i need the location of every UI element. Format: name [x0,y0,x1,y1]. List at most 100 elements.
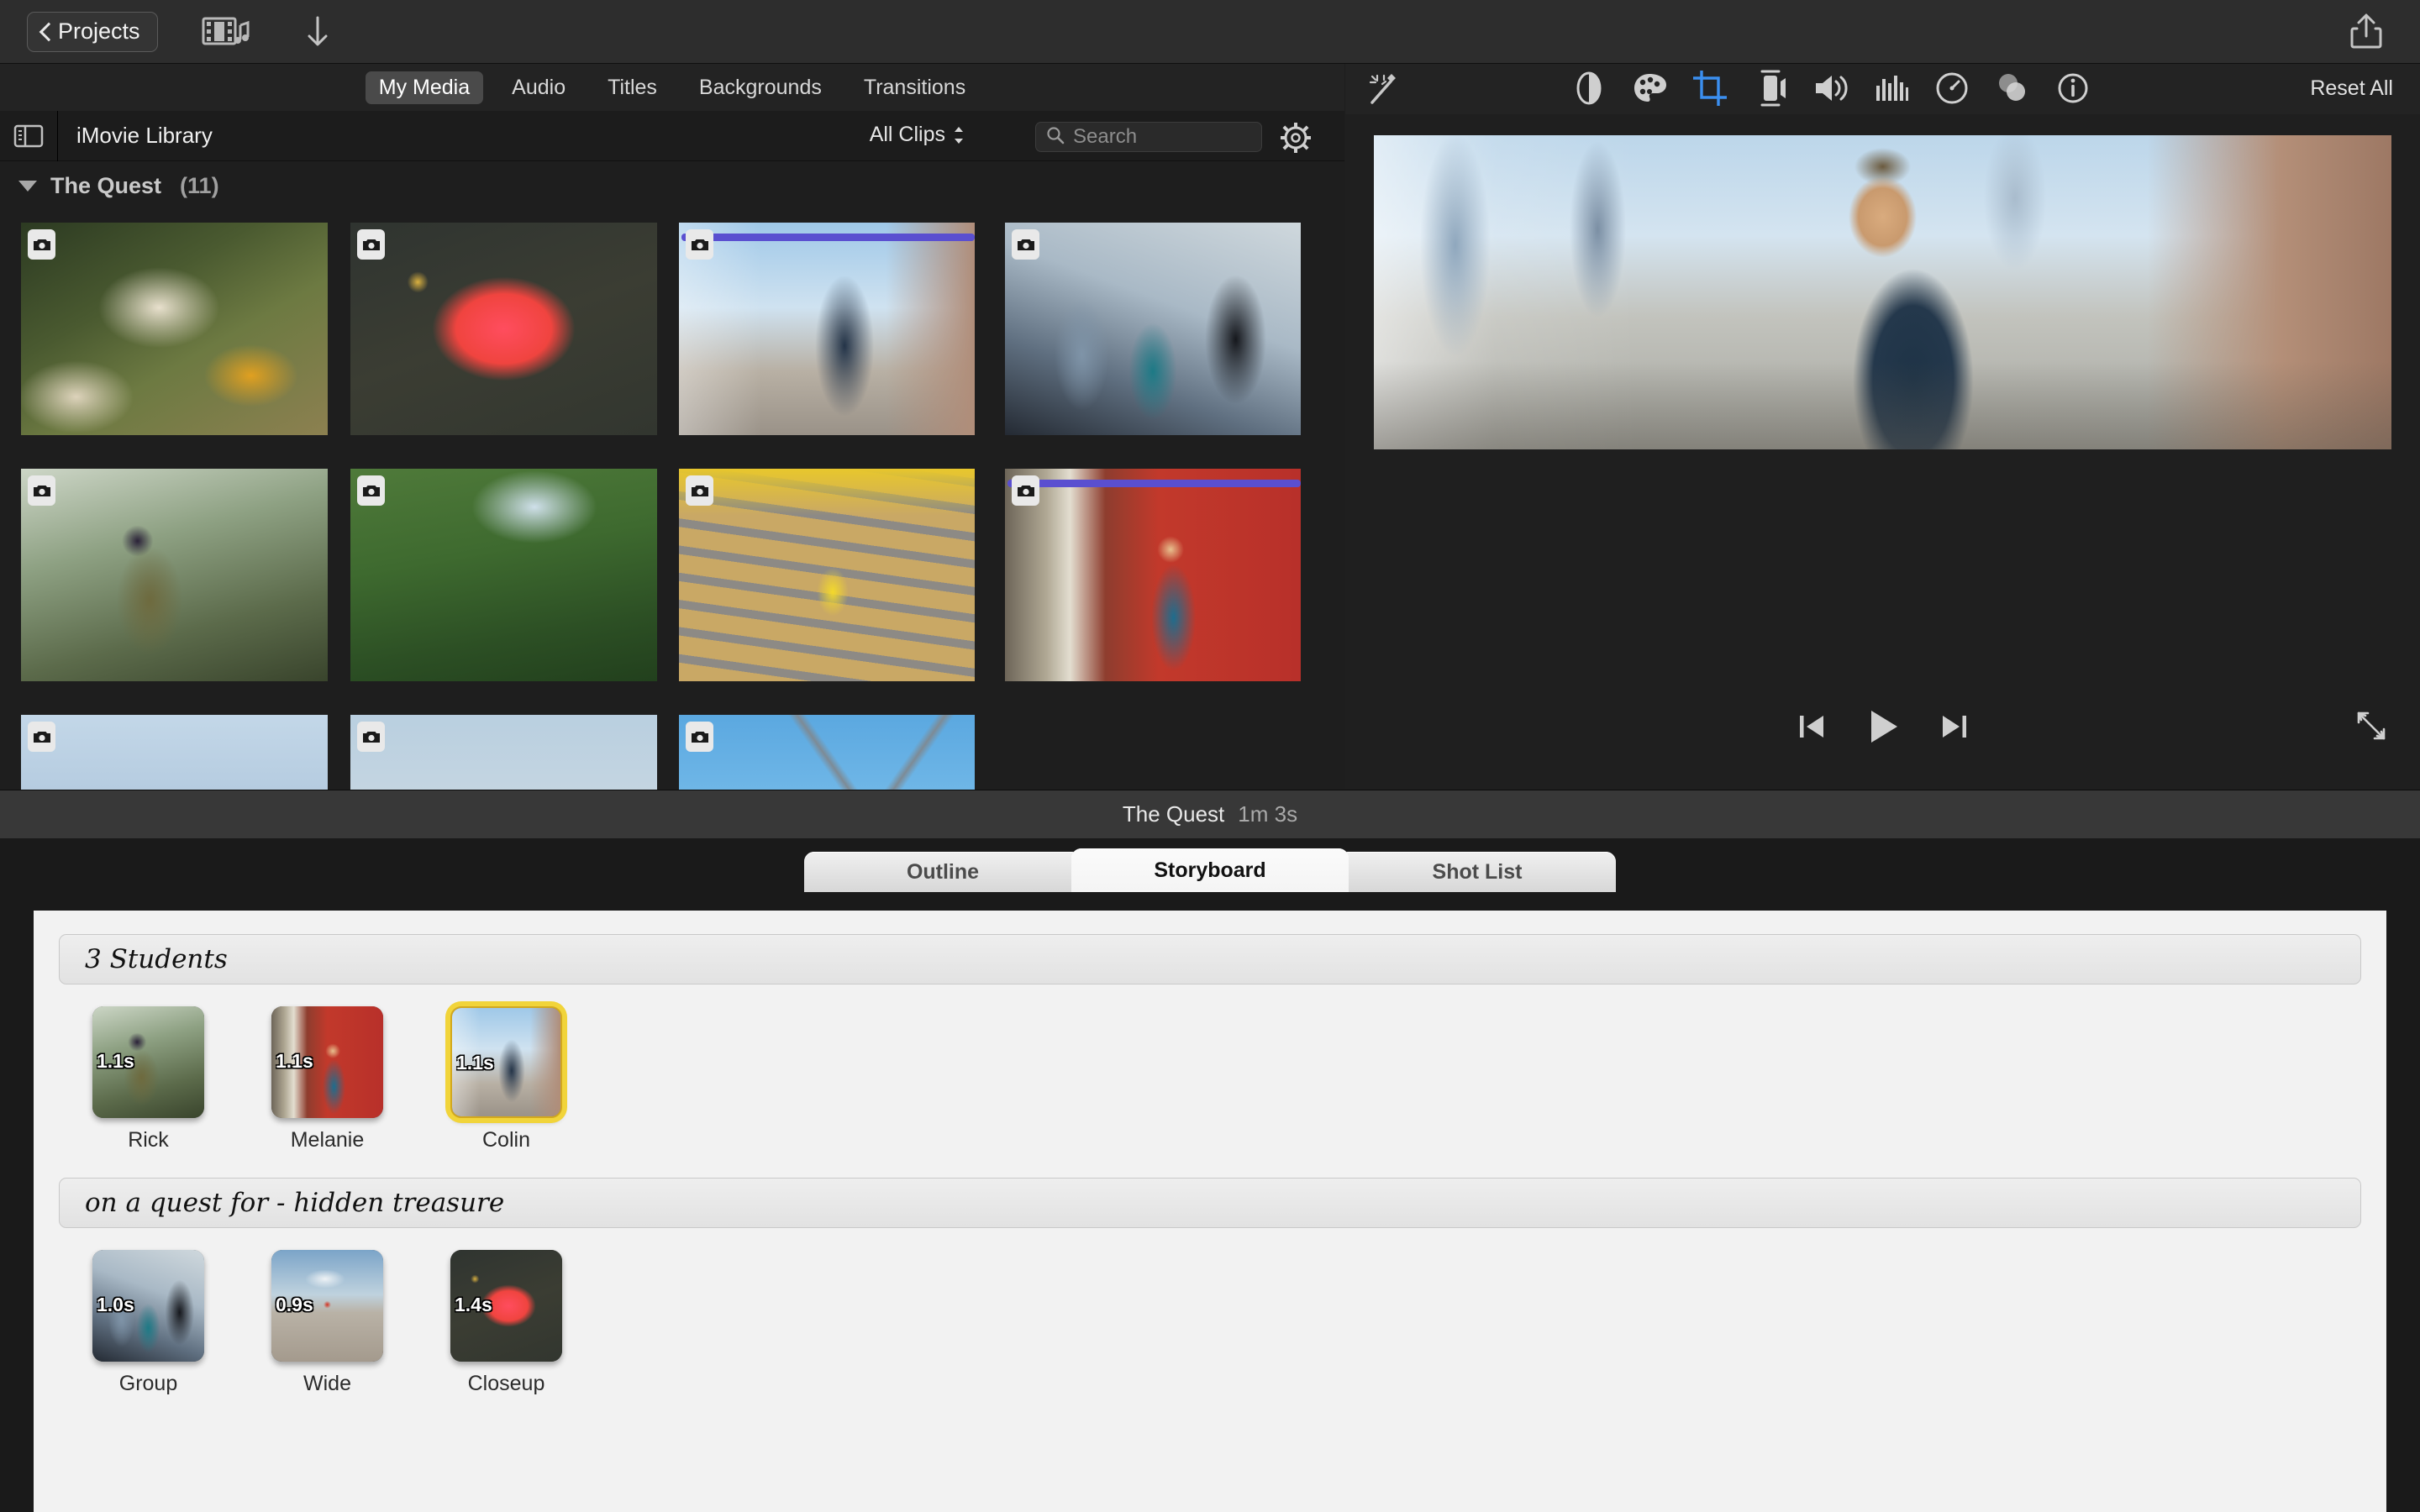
used-indicator-bar [681,234,975,241]
storyboard-shot-cell: 0.9s Wide [238,1250,417,1396]
event-header[interactable]: The Quest (11) [0,161,1344,210]
camera-icon [1012,475,1039,506]
color-correction-icon[interactable] [1631,67,1668,109]
clip-filter-dropdown[interactable]: All Clips [870,123,965,147]
tab-my-media[interactable]: My Media [365,71,484,104]
skip-back-icon[interactable] [1797,712,1828,745]
viewer-pane: Reset All [1345,64,2420,790]
media-clip[interactable] [350,715,657,790]
reset-all-button[interactable]: Reset All [2310,76,2393,101]
camera-icon [28,475,55,506]
volume-icon[interactable] [1812,67,1849,109]
adjustments-toolbar: Reset All [1345,64,2420,114]
media-clip[interactable] [21,223,328,435]
film-music-icon[interactable] [202,12,255,52]
media-clip[interactable] [1005,469,1301,681]
crop-icon[interactable] [1691,67,1728,109]
media-grid [0,210,1344,790]
used-indicator-bar [1007,480,1301,487]
playback-controls-bar [1345,680,2420,790]
storyboard-shot-cell: 1.0s Group [59,1250,238,1396]
storyboard-shot-thumbnail[interactable]: 1.1s [92,1006,204,1118]
storyboard-section-heading[interactable]: 3 Students [59,934,2361,984]
project-title: The Quest [1122,801,1225,827]
shot-label: Closeup [467,1372,545,1395]
back-to-projects-label: Projects [58,18,140,44]
chevron-updown-icon [953,124,965,146]
media-clip[interactable] [1005,223,1301,435]
storyboard-shot-thumbnail[interactable]: 1.4s [450,1250,562,1362]
back-to-projects-button[interactable]: Projects [27,11,158,52]
library-title: iMovie Library [76,123,213,148]
storyboard-shot-row: 1.1s Rick 1.1s Melanie 1.1s Colin [59,1006,2361,1152]
shot-label: Group [118,1372,178,1395]
tab-audio[interactable]: Audio [498,71,579,104]
search-placeholder: Search [1073,125,1138,148]
camera-icon [357,722,385,752]
storyboard-shot-thumbnail[interactable]: 1.1s [271,1006,383,1118]
play-icon[interactable] [1864,707,1902,750]
shot-duration-badge: 1.1s [456,1052,494,1074]
shot-label: Melanie [290,1128,365,1152]
header-divider [57,110,58,161]
tab-transitions[interactable]: Transitions [850,71,979,104]
media-clip[interactable] [350,223,657,435]
stabilization-icon[interactable] [1752,67,1789,109]
media-browser-tabbar: My Media Audio Titles Backgrounds Transi… [0,64,1344,111]
storyboard-shot-thumbnail[interactable]: 1.0s [92,1250,204,1362]
camera-icon [1012,229,1039,260]
library-header: iMovie Library All Clips Search [0,110,1344,161]
tab-backgrounds[interactable]: Backgrounds [686,71,835,104]
color-balance-icon[interactable] [1570,67,1607,109]
storyboard-canvas: 3 Students 1.1s Rick 1.1s Melanie 1.1s C… [34,911,2386,1512]
share-icon[interactable] [2346,12,2386,52]
chevron-left-icon [39,23,51,41]
media-clip[interactable] [679,469,975,681]
media-clip[interactable] [21,469,328,681]
auto-enhance-icon[interactable] [1365,71,1406,108]
storyboard-titlebar: The Quest 1m 3s [0,790,2420,838]
tab-outline[interactable]: Outline [804,852,1081,892]
event-name: The Quest [50,172,162,198]
storyboard-section-heading[interactable]: on a quest for - hidden treasure [59,1178,2361,1228]
shot-duration-badge: 1.1s [276,1050,313,1072]
playback-controls [1797,707,1970,750]
info-icon[interactable] [2054,67,2091,109]
event-clip-count: (11) [180,172,219,198]
camera-icon [28,229,55,260]
shot-label: Rick [128,1128,169,1152]
filter-icon[interactable] [1994,67,2031,109]
media-clip[interactable] [679,223,975,435]
equalizer-icon[interactable] [1873,67,1910,109]
search-field[interactable]: Search [1035,122,1262,152]
shot-duration-badge: 1.0s [97,1294,134,1315]
tab-storyboard[interactable]: Storyboard [1071,848,1349,892]
tab-shot-list[interactable]: Shot List [1339,852,1616,892]
storyboard-shot-cell: 1.4s Closeup [417,1250,596,1396]
storyboard-body: 3 Students 1.1s Rick 1.1s Melanie 1.1s C… [0,892,2420,1512]
speed-icon[interactable] [1933,67,1970,109]
shot-duration-badge: 1.1s [97,1050,134,1072]
storyboard-shot-thumbnail[interactable]: 0.9s [271,1250,383,1362]
gear-icon[interactable] [1281,123,1311,153]
shot-duration-badge: 0.9s [276,1294,313,1315]
expand-icon[interactable] [2354,709,2391,746]
media-clip[interactable] [21,715,328,790]
storyboard-shot-thumbnail-selected[interactable]: 1.1s [450,1006,562,1118]
sidebar-toggle-icon[interactable] [13,123,44,149]
tab-titles[interactable]: Titles [594,71,671,104]
disclosure-triangle-icon[interactable] [18,180,37,192]
camera-icon [28,722,55,752]
download-arrow-icon[interactable] [297,12,338,52]
search-icon [1046,126,1065,149]
viewer-canvas[interactable] [1374,135,2391,449]
storyboard-tabbar: Outline Storyboard Shot List [0,838,2420,892]
storyboard-shot-cell: 1.1s Melanie [238,1006,417,1152]
skip-forward-icon[interactable] [1938,712,1970,745]
window-titlebar: Projects [0,0,2420,64]
clip-filter-label: All Clips [869,123,945,146]
media-clip[interactable] [350,469,657,681]
media-clip[interactable] [679,715,975,790]
storyboard-shot-row: 1.0s Group 0.9s Wide 1.4s Closeup [59,1250,2361,1396]
camera-icon [357,229,385,260]
